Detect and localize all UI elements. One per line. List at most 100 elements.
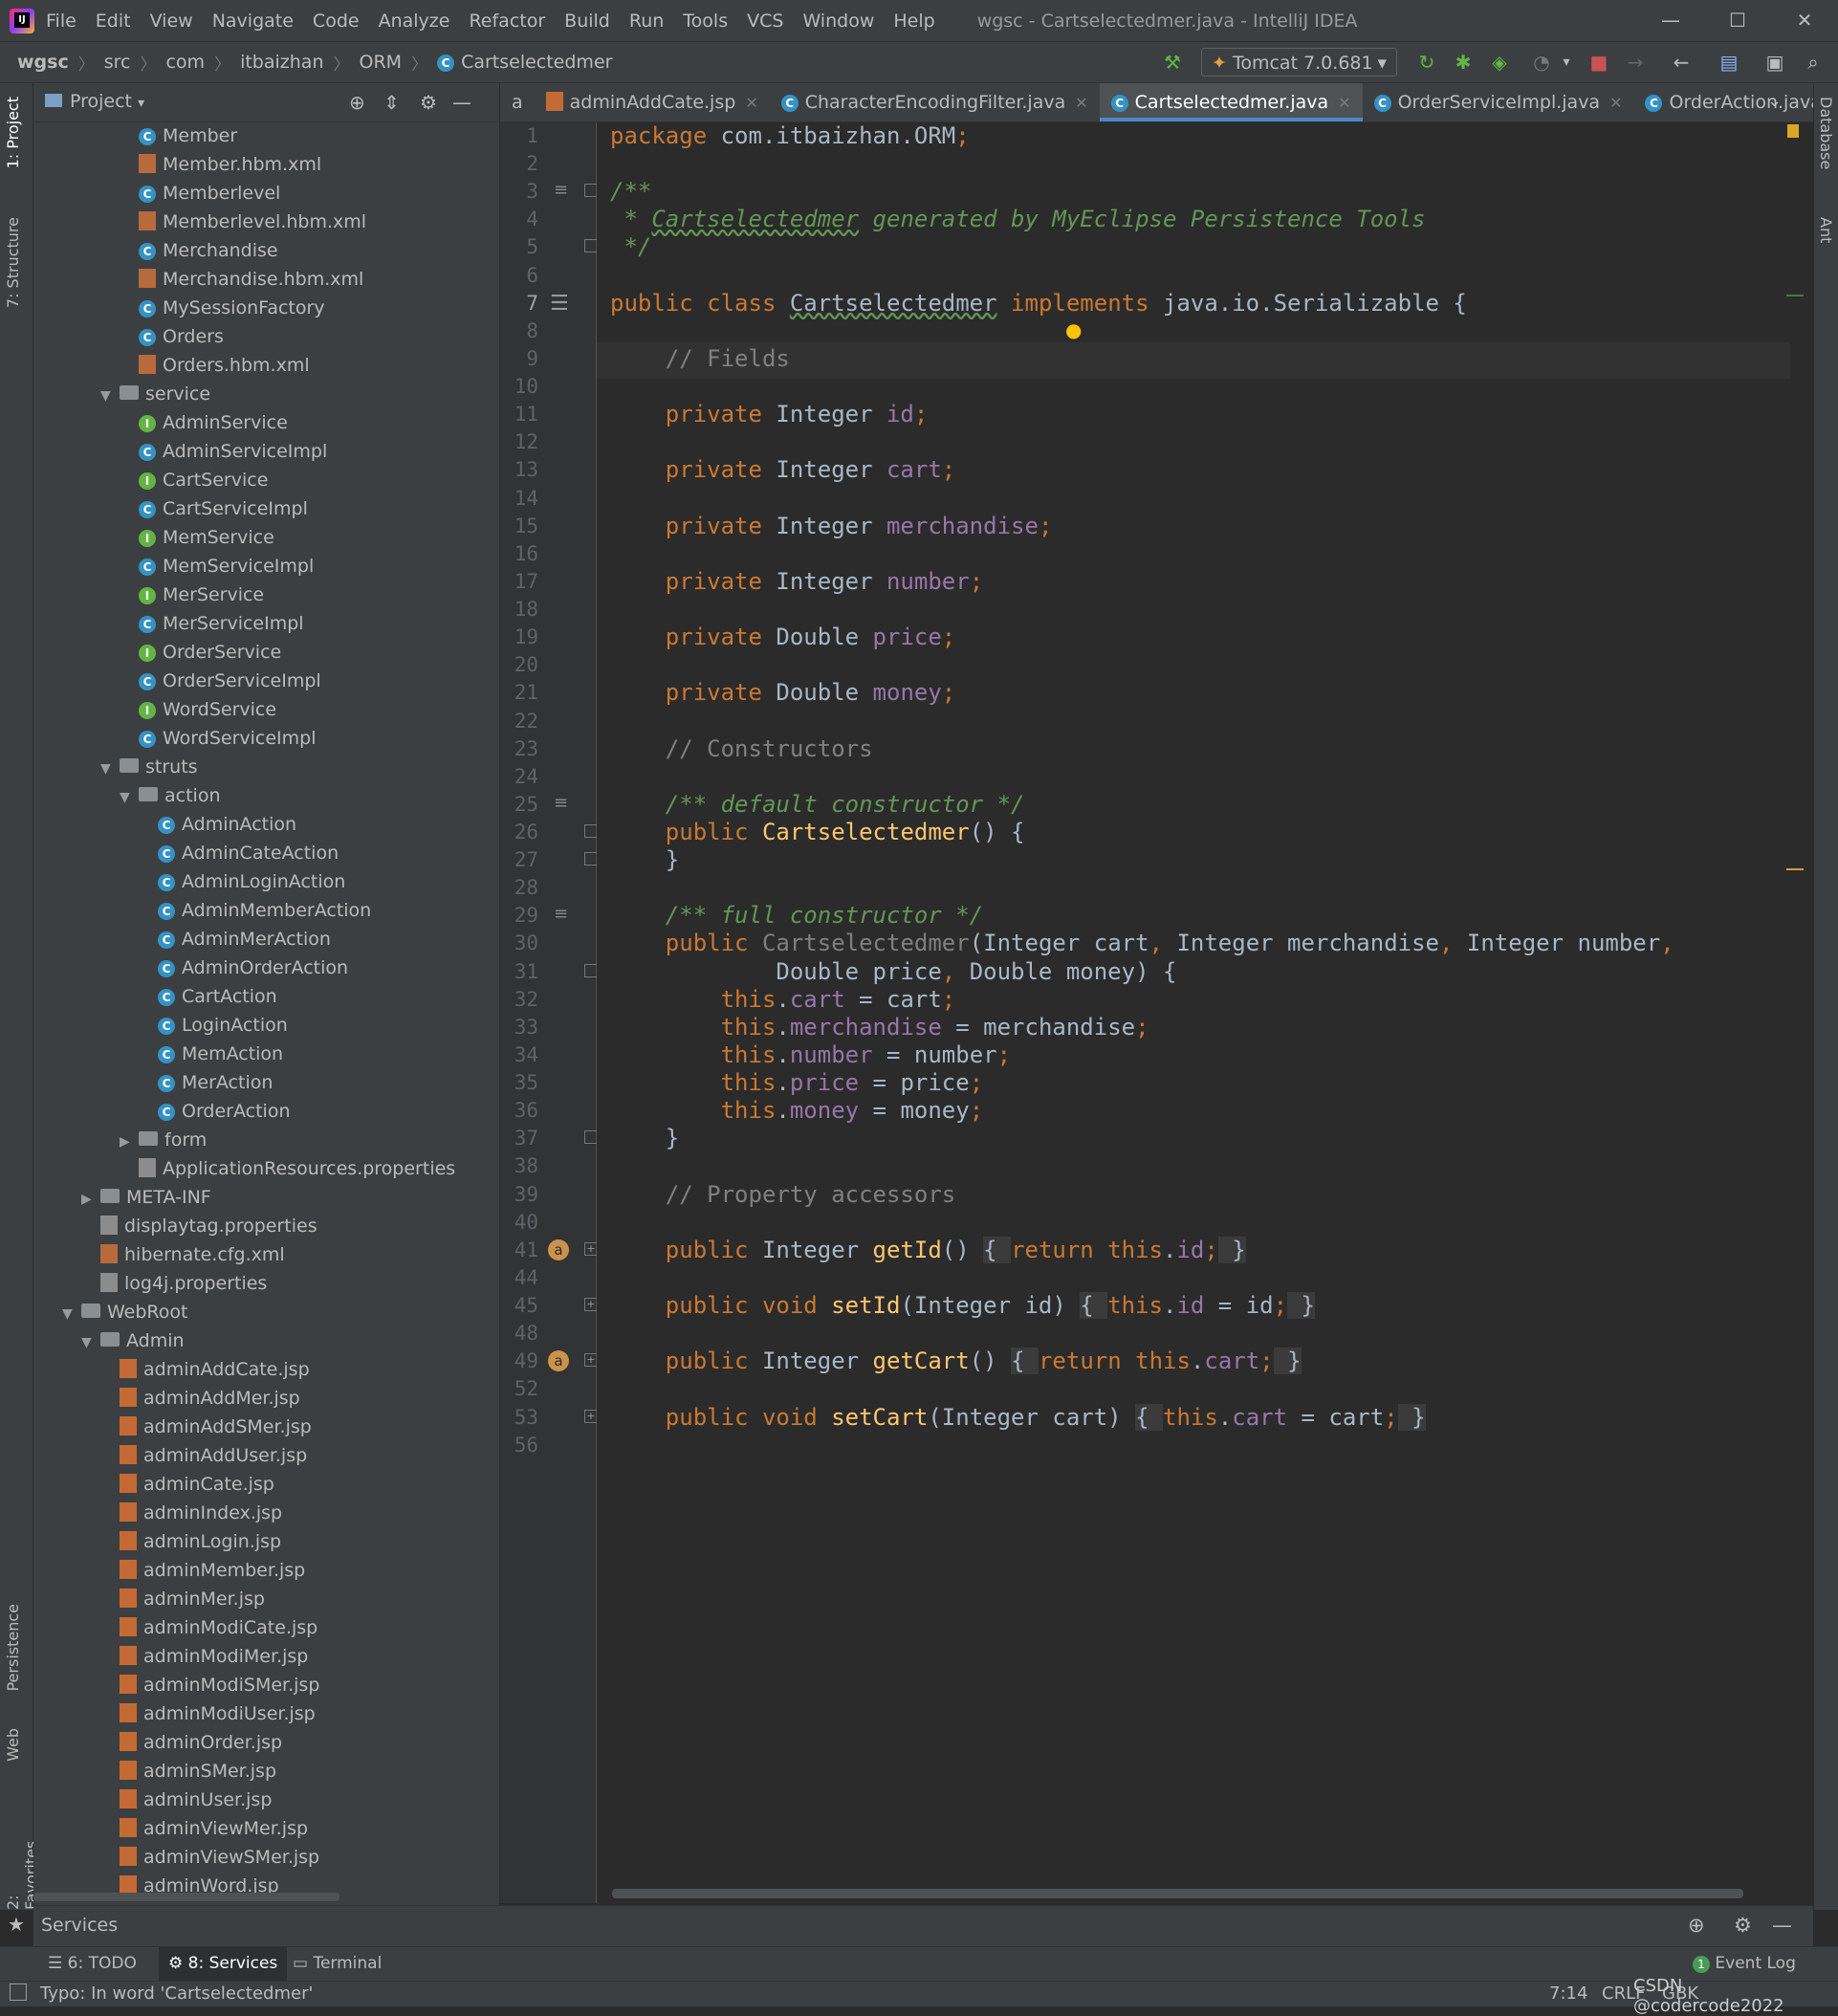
tab-structure[interactable]: 7: Structure [4, 217, 22, 308]
project-tree-item[interactable]: adminModiUser.jsp [120, 1699, 316, 1728]
database-icon[interactable]: ☰ [550, 292, 569, 316]
project-tree-item[interactable]: adminLogin.jsp [120, 1527, 281, 1556]
project-tree-item[interactable]: C OrderServiceImpl [139, 667, 321, 695]
editor-tab[interactable]: C Cartselectedmer.java ✕ [1099, 83, 1363, 121]
editor-tab[interactable]: a [500, 83, 535, 121]
project-tree-item[interactable]: C MemServiceImpl [139, 552, 314, 581]
project-tree-item[interactable]: C Merchandise [139, 236, 278, 265]
project-tree-item[interactable]: C MySessionFactory [139, 294, 325, 322]
expand-fold-icon[interactable]: + [584, 1298, 598, 1312]
menu-navigate[interactable]: Navigate [212, 11, 294, 32]
project-tree-item[interactable]: C Orders [139, 322, 224, 351]
locate-icon[interactable]: ⊕ [349, 91, 365, 114]
event-log[interactable]: 1 Event Log [1693, 1954, 1796, 1973]
fold-icon[interactable] [584, 184, 598, 198]
tab-persistence[interactable]: Persistence [4, 1604, 22, 1692]
project-tree-item[interactable]: C AdminLoginAction [158, 867, 345, 896]
project-horizontal-scrollbar[interactable] [33, 1893, 339, 1901]
project-tree-item[interactable]: I WordService [139, 695, 276, 724]
gear-icon[interactable]: ⚙ [420, 91, 437, 114]
doc-render-icon[interactable]: ≡ [554, 793, 568, 813]
project-tree-item[interactable]: C CartServiceImpl [139, 494, 308, 523]
collapsed-arrow-icon[interactable]: ▶ [120, 1128, 139, 1156]
project-structure-icon[interactable]: ▤ [1716, 49, 1742, 76]
expand-fold-icon[interactable]: + [584, 1241, 598, 1256]
doc-render-icon[interactable]: ≡ [554, 904, 568, 924]
project-tree-item[interactable]: ▶ form [120, 1126, 207, 1154]
minimize-icon[interactable]: — [1637, 0, 1704, 41]
intention-bulb-icon[interactable]: ● [1065, 318, 1082, 341]
annotation-icon[interactable]: a [548, 1350, 569, 1372]
expanded-arrow-icon[interactable]: ▼ [100, 382, 120, 410]
gear-icon[interactable]: ⚙ [1734, 1914, 1752, 1937]
expand-fold-icon[interactable]: + [584, 1353, 598, 1368]
stop-icon[interactable]: ■ [1586, 49, 1612, 76]
project-tree-item[interactable]: C Memberlevel [139, 179, 280, 208]
menu-analyze[interactable]: Analyze [379, 11, 450, 32]
editor-tab[interactable]: C OrderServiceImpl.java ✕ [1363, 83, 1634, 121]
tab-todo[interactable]: ☰ 6: TODO [48, 1954, 137, 1973]
project-tree-item[interactable]: log4j.properties [100, 1269, 267, 1298]
menu-file[interactable]: File [46, 11, 77, 32]
terminal-window-icon[interactable]: ▣ [1761, 49, 1788, 76]
menu-vcs[interactable]: VCS [747, 11, 783, 32]
project-tree-item[interactable]: adminAddSMer.jsp [120, 1413, 312, 1441]
caret-position[interactable]: 7:14 [1549, 1983, 1587, 2004]
project-tree-item[interactable]: ▼ Admin [81, 1326, 185, 1355]
project-tree-item[interactable]: I AdminService [139, 408, 288, 437]
annotation-icon[interactable]: a [548, 1238, 569, 1260]
close-tab-icon[interactable]: ✕ [1338, 94, 1350, 112]
debug-icon[interactable]: ✱ [1450, 49, 1477, 76]
project-tree-item[interactable]: adminAddUser.jsp [120, 1441, 307, 1470]
menu-build[interactable]: Build [564, 11, 610, 32]
fold-icon[interactable] [584, 239, 598, 253]
fold-icon[interactable] [584, 963, 598, 977]
project-tree-item[interactable]: adminAddCate.jsp [120, 1355, 310, 1384]
project-tree-item[interactable]: I MemService [139, 523, 274, 552]
tab-terminal[interactable]: ▭ Terminal [293, 1954, 382, 1973]
expand-fold-icon[interactable]: + [584, 1409, 598, 1423]
tab-project[interactable]: 1: Project [4, 97, 22, 168]
project-tree-item[interactable]: C AdminOrderAction [158, 953, 348, 982]
error-stripe-mark[interactable] [1786, 868, 1804, 870]
menu-view[interactable]: View [150, 11, 193, 32]
breadcrumb-item[interactable]: ORM [360, 52, 403, 73]
project-tree-item[interactable]: ▼ service [100, 380, 210, 408]
project-tree-item[interactable]: C MerAction [158, 1068, 273, 1097]
project-tree-item[interactable]: C OrderAction [158, 1097, 291, 1126]
project-tree-item[interactable]: adminUser.jsp [120, 1786, 272, 1814]
doc-render-icon[interactable]: ≡ [554, 180, 568, 200]
project-tree-item[interactable]: C AdminMerAction [158, 925, 331, 953]
project-tree-item[interactable]: C MerServiceImpl [139, 609, 304, 638]
coverage-icon[interactable]: ◈ [1486, 49, 1513, 76]
build-hammer-icon[interactable]: ⚒ [1159, 49, 1186, 76]
project-tree-item[interactable]: I OrderService [139, 638, 281, 667]
status-toggle-icon[interactable] [10, 1983, 27, 2001]
project-tree-item[interactable]: ▶ META-INF [81, 1183, 211, 1212]
project-tree-item[interactable]: adminMember.jsp [120, 1556, 305, 1585]
project-tree-item[interactable]: I CartService [139, 466, 268, 494]
menu-help[interactable]: Help [893, 11, 934, 32]
menu-refactor[interactable]: Refactor [469, 11, 545, 32]
profile-dropdown-icon[interactable]: ▾ [1553, 49, 1580, 76]
project-tree-item[interactable]: C LoginAction [158, 1011, 288, 1040]
back-icon[interactable]: ← [1668, 49, 1695, 76]
collapse-all-icon[interactable]: ⇕ [383, 91, 400, 114]
project-tree-item[interactable]: Member.hbm.xml [139, 150, 321, 179]
breadcrumb-item[interactable]: wgsc [17, 52, 69, 73]
project-tree-item[interactable]: adminOrder.jsp [120, 1728, 282, 1757]
breadcrumb-item[interactable]: C Cartselectedmer [437, 52, 612, 73]
project-tree-item[interactable]: C AdminMemberAction [158, 896, 371, 925]
breadcrumb-item[interactable]: src [104, 52, 131, 73]
rerun-icon[interactable]: ↻ [1413, 49, 1440, 76]
project-tree-item[interactable]: adminIndex.jsp [120, 1499, 282, 1527]
tab-services[interactable]: ⚙ 8: Services [159, 1947, 288, 1982]
project-tree-item[interactable]: Orders.hbm.xml [139, 351, 310, 380]
menu-code[interactable]: Code [313, 11, 360, 32]
project-tree-item[interactable]: adminMer.jsp [120, 1585, 265, 1613]
menu-run[interactable]: Run [629, 11, 664, 32]
project-tree-item[interactable]: C AdminAction [158, 810, 296, 839]
breadcrumb-item[interactable]: itbaizhan [240, 52, 323, 73]
project-tree-item[interactable]: hibernate.cfg.xml [100, 1240, 285, 1269]
expanded-arrow-icon[interactable]: ▼ [100, 755, 120, 783]
